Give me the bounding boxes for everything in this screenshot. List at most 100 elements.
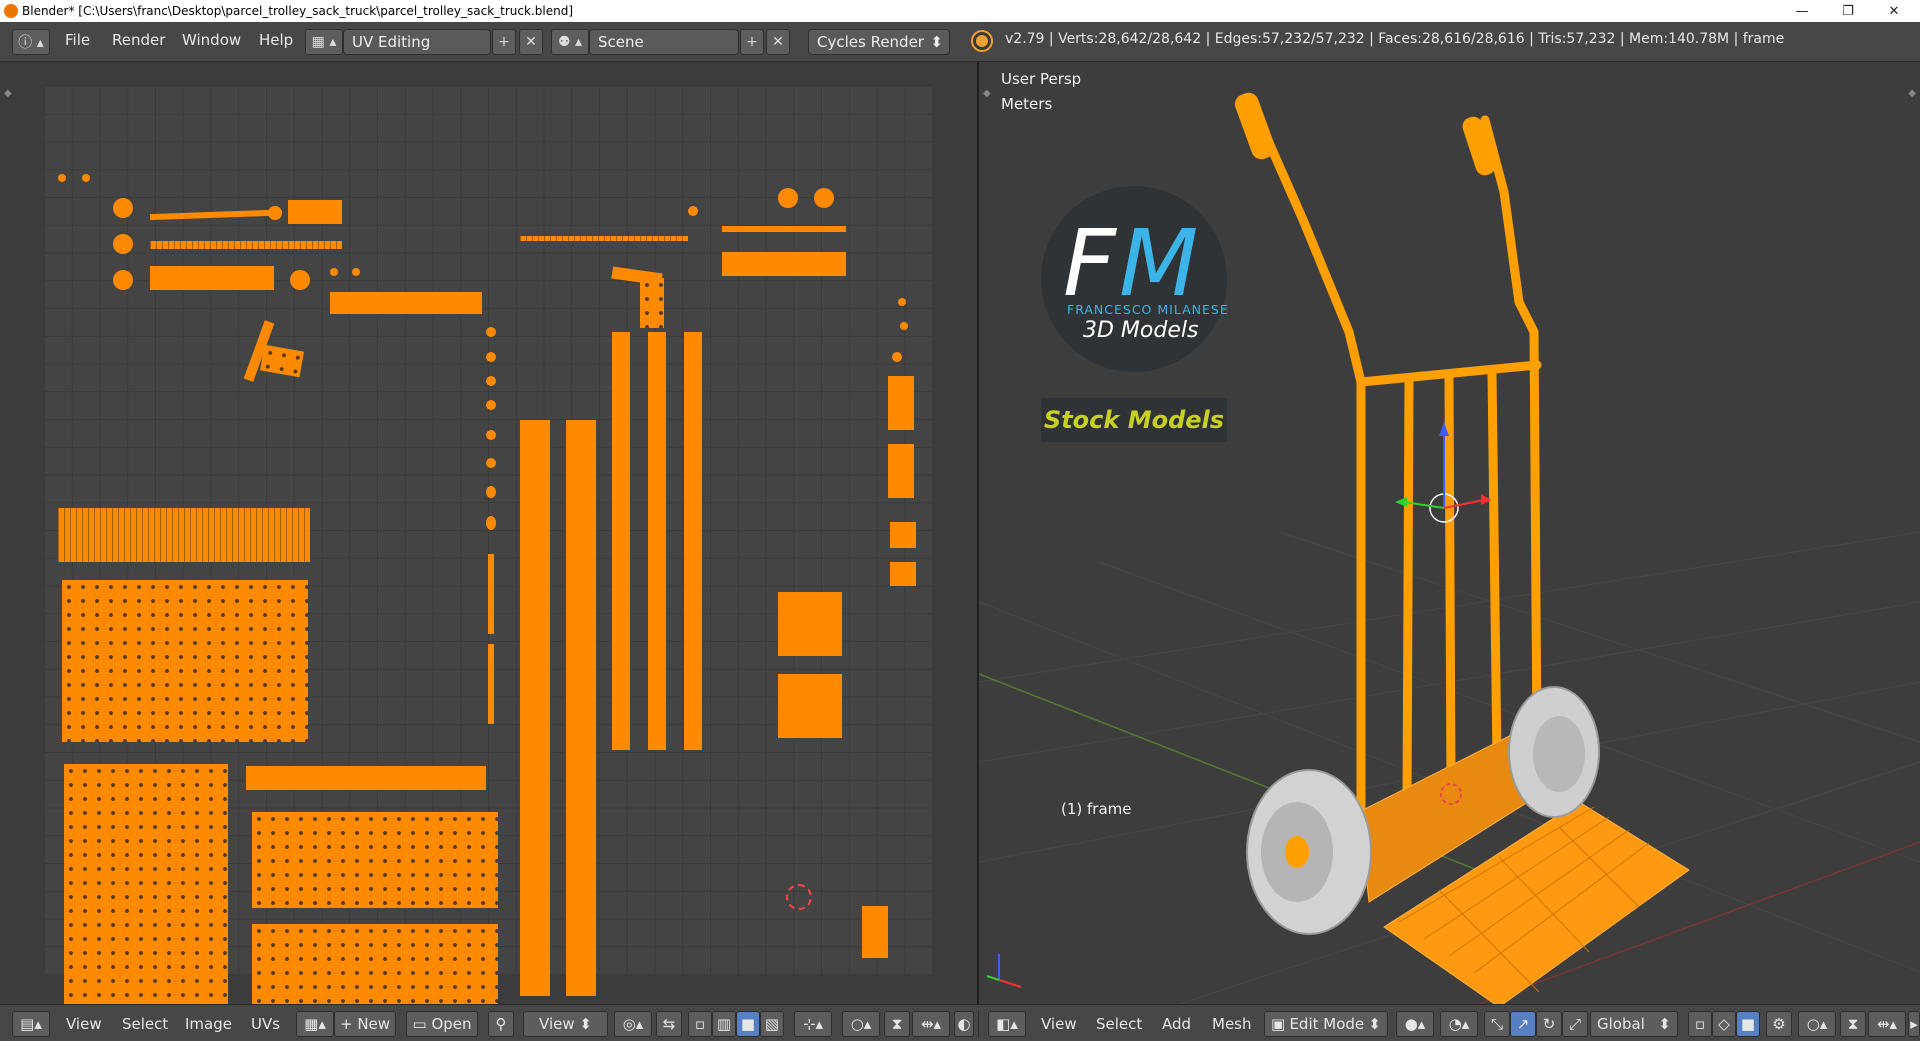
edit-mode-icon: ▣ (1271, 1015, 1286, 1033)
add-layout-button[interactable]: + (492, 29, 516, 55)
uv-island (814, 188, 834, 208)
new-image-button[interactable]: + New (334, 1011, 396, 1037)
overflow-icon[interactable]: ▸ (1908, 1011, 1920, 1037)
proportional-edit-icon[interactable]: ○▴ (842, 1011, 880, 1037)
dropdown-arrows-icon: ⬍ (930, 33, 943, 51)
uv-menu-image[interactable]: Image (185, 1015, 232, 1033)
editor-type-info-icon[interactable]: ⓘ ▴ (12, 29, 50, 55)
snap-icon[interactable]: ⧗ (884, 1011, 910, 1037)
scene-statistics: v2.79 | Verts:28,642/28,642 | Edges:57,2… (1005, 31, 1785, 47)
region-expand-icon[interactable]: ◆ (4, 88, 12, 99)
island-select-icon[interactable]: ▧ (760, 1011, 784, 1037)
uv-island (612, 332, 630, 750)
3d-menu-select[interactable]: Select (1096, 1015, 1142, 1033)
header-separator (978, 1011, 979, 1037)
uv-island (268, 206, 282, 220)
layout-name-field[interactable]: UV Editing (343, 29, 491, 55)
uv-island (890, 522, 916, 548)
viewport-shading-icon[interactable]: ●▴ (1396, 1011, 1434, 1037)
uv-menu-select[interactable]: Select (122, 1015, 168, 1033)
sync-selection-icon[interactable]: ⇆ (656, 1011, 682, 1037)
uv-island (260, 344, 304, 378)
translate-manipulator-icon[interactable]: ↗ (1510, 1011, 1536, 1037)
title-bar: Blender* [C:\Users\franc\Desktop\parcel_… (0, 0, 1920, 22)
uv-island (888, 376, 914, 430)
uv-island (486, 327, 496, 337)
2d-cursor-icon[interactable] (786, 884, 812, 910)
close-button[interactable]: ✕ (1871, 0, 1917, 22)
render-engine-select[interactable]: Cycles Render ⬍ (808, 29, 950, 55)
menu-window[interactable]: Window (182, 31, 241, 49)
watermark-banner: Stock Models (1041, 398, 1227, 442)
edge-select-mode-icon[interactable]: ◇ (1712, 1011, 1736, 1037)
uv-island (892, 352, 902, 362)
uv-menu-uvs[interactable]: UVs (251, 1015, 280, 1033)
snap-target-icon[interactable]: ⇹▴ (912, 1011, 950, 1037)
editor-type-image-icon[interactable]: ▤▴ (12, 1011, 50, 1037)
mode-select[interactable]: ▣ Edit Mode ⬍ (1264, 1011, 1388, 1037)
scene-browse-icon[interactable]: ⚉ ▴ (551, 29, 589, 55)
watermark-subtitle: 3D Models (1083, 318, 1199, 343)
delete-scene-button[interactable]: ✕ (766, 29, 790, 55)
watermark-banner-text: Stock Models (1043, 406, 1225, 434)
face-select-mode-icon[interactable]: ■ (1736, 1011, 1760, 1037)
menu-render[interactable]: Render (112, 31, 165, 49)
editor-type-3d-icon[interactable]: ◧▴ (988, 1011, 1026, 1037)
uv-island (900, 322, 908, 330)
minimize-button[interactable]: — (1779, 0, 1825, 22)
uv-island (520, 236, 688, 241)
uv-island (778, 188, 798, 208)
uv-island (150, 266, 274, 290)
3d-viewport[interactable]: ◆ ◆ User Persp Meters F M FRANCESCO MILA… (979, 62, 1920, 1004)
delete-layout-button[interactable]: ✕ (519, 29, 543, 55)
uv-island (722, 226, 846, 232)
uv-island (648, 332, 666, 750)
uv-island (113, 198, 133, 218)
3d-menu-view[interactable]: View (1041, 1015, 1077, 1033)
active-object-label: (1) frame (1061, 800, 1132, 818)
vertex-select-icon[interactable]: ▫ (688, 1011, 712, 1037)
scene-name-field[interactable]: Scene (589, 29, 739, 55)
snap-toggle-icon[interactable]: ⧗ (1840, 1011, 1866, 1037)
pivot-point-icon[interactable]: ◔▴ (1440, 1011, 1478, 1037)
uv-menu-view[interactable]: View (66, 1015, 102, 1033)
3d-menu-add[interactable]: Add (1162, 1015, 1191, 1033)
trolley-frame (1254, 115, 1542, 827)
uv-image-editor[interactable]: ◆ (0, 62, 977, 1020)
uv-island (890, 562, 916, 586)
menu-file[interactable]: File (65, 31, 90, 49)
face-select-icon[interactable]: ■ (736, 1011, 760, 1037)
add-scene-button[interactable]: + (740, 29, 764, 55)
manipulator-toggle-icon[interactable]: ⤡ (1484, 1011, 1510, 1037)
open-image-button[interactable]: ▭ Open (406, 1011, 478, 1037)
pivot-icon[interactable]: ◎▴ (614, 1011, 652, 1037)
window-title: Blender* [C:\Users\franc\Desktop\parcel_… (22, 4, 574, 18)
rotate-manipulator-icon[interactable]: ↻ (1536, 1011, 1562, 1037)
menu-help[interactable]: Help (259, 31, 293, 49)
pin-icon[interactable]: ⚲ (488, 1011, 514, 1037)
uv-island (58, 174, 66, 182)
uv-island (290, 270, 310, 290)
maximize-button[interactable]: ❐ (1825, 0, 1871, 22)
layout-browse-icon[interactable]: ▦ ▴ (305, 29, 343, 55)
uv-island (58, 508, 310, 562)
proportional-editing-icon[interactable]: ○▴ (1798, 1011, 1836, 1037)
uv-island (352, 268, 360, 276)
uv-island (252, 812, 498, 908)
view-mode-select[interactable]: View ⬍ (523, 1011, 608, 1037)
vertex-select-mode-icon[interactable]: ▫ (1688, 1011, 1712, 1037)
image-browse-icon[interactable]: ▦▴ (296, 1011, 334, 1037)
image-channels-icon[interactable]: ◐ (954, 1011, 974, 1037)
uv-grid-canvas[interactable] (44, 86, 932, 1020)
orientation-select[interactable]: Global ⬍ (1590, 1011, 1678, 1037)
3d-menu-mesh[interactable]: Mesh (1212, 1015, 1252, 1033)
watermark-author: FRANCESCO MILANESE (1067, 302, 1229, 317)
wheel-left (1246, 769, 1372, 935)
snap-element-icon[interactable]: ⇹▴ (1868, 1011, 1906, 1037)
limit-selection-icon[interactable]: ⚙ (1766, 1011, 1792, 1037)
folder-icon: ▭ (412, 1015, 432, 1033)
sticky-select-icon[interactable]: ⊹▴ (794, 1011, 832, 1037)
uv-island (778, 674, 842, 738)
edge-select-icon[interactable]: ▥ (712, 1011, 736, 1037)
scale-manipulator-icon[interactable]: ⤢ (1562, 1011, 1588, 1037)
